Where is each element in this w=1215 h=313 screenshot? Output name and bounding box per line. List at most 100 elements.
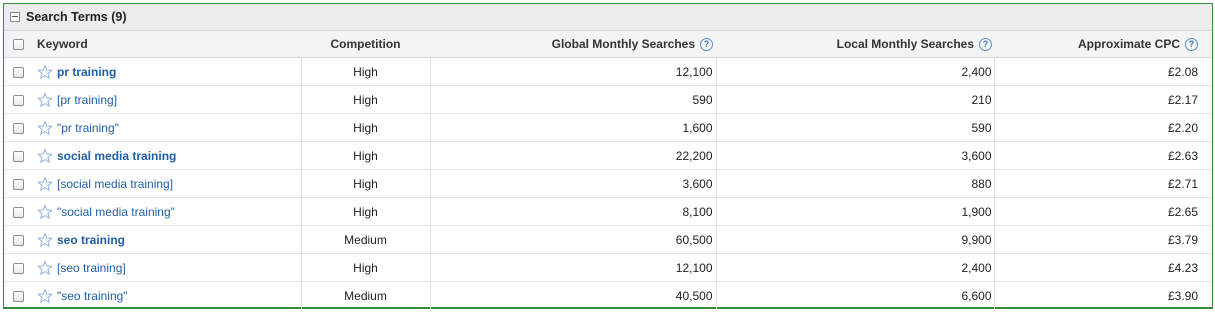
column-header-competition-label: Competition bbox=[330, 37, 401, 51]
star-icon[interactable] bbox=[37, 231, 53, 248]
row-checkbox[interactable] bbox=[13, 262, 24, 274]
table-row: "seo training" Medium 40,500 6,600 £3.90 bbox=[4, 281, 1212, 310]
table-header-row: Keyword Competition Global Monthly Searc… bbox=[4, 31, 1212, 58]
keyword-wrap: pr training bbox=[33, 63, 301, 80]
row-checkbox[interactable] bbox=[13, 94, 24, 106]
global-searches-cell: 1,600 bbox=[430, 113, 717, 142]
local-searches-cell: 1,900 bbox=[716, 197, 995, 226]
column-header-global-monthly-searches[interactable]: Global Monthly Searches? bbox=[430, 31, 716, 58]
row-check-cell bbox=[4, 197, 33, 226]
keyword-link[interactable]: [seo training] bbox=[57, 261, 126, 275]
row-check-cell bbox=[4, 85, 33, 114]
table-body: pr training High 12,100 2,400 £2.08 [pr train… bbox=[4, 57, 1212, 310]
collapse-toggle-icon[interactable] bbox=[10, 12, 20, 22]
select-all-cell bbox=[4, 31, 33, 58]
table-row: [seo training] High 12,100 2,400 £4.23 bbox=[4, 253, 1212, 282]
column-header-competition[interactable]: Competition bbox=[301, 31, 430, 58]
keyword-link[interactable]: seo training bbox=[57, 233, 125, 247]
help-icon[interactable]: ? bbox=[979, 38, 992, 52]
star-icon[interactable] bbox=[37, 147, 53, 164]
keyword-link[interactable]: social media training bbox=[57, 149, 176, 163]
row-checkbox[interactable] bbox=[13, 206, 24, 218]
row-checkbox[interactable] bbox=[13, 234, 24, 246]
star-icon[interactable] bbox=[37, 119, 53, 136]
row-check-cell bbox=[4, 141, 33, 170]
cpc-cell: £3.79 bbox=[994, 225, 1212, 254]
row-check-cell bbox=[4, 282, 33, 310]
keyword-wrap: "social media training" bbox=[33, 203, 301, 220]
column-header-global-label: Global Monthly Searches bbox=[551, 36, 695, 51]
help-icon[interactable]: ? bbox=[700, 38, 713, 52]
global-searches-cell: 60,500 bbox=[430, 225, 717, 254]
search-terms-panel: Search Terms (9) Keyword Competition Glo… bbox=[3, 3, 1213, 309]
keywords-table: Keyword Competition Global Monthly Searc… bbox=[4, 31, 1212, 309]
cpc-cell: £2.20 bbox=[994, 113, 1212, 142]
column-header-approximate-cpc[interactable]: Approximate CPC? bbox=[994, 31, 1212, 58]
keyword-cell: [pr training] bbox=[33, 85, 302, 114]
keyword-wrap: "seo training" bbox=[33, 287, 301, 304]
cpc-cell: £2.63 bbox=[994, 141, 1212, 170]
keyword-link[interactable]: pr training bbox=[57, 65, 116, 79]
local-searches-cell: 2,400 bbox=[716, 57, 995, 86]
row-checkbox[interactable] bbox=[13, 150, 24, 162]
keyword-wrap: [seo training] bbox=[33, 259, 301, 276]
select-all-checkbox[interactable] bbox=[13, 39, 24, 51]
star-icon[interactable] bbox=[37, 175, 53, 192]
local-searches-cell: 6,600 bbox=[716, 281, 995, 309]
keyword-wrap: seo training bbox=[33, 231, 301, 248]
star-icon[interactable] bbox=[37, 259, 53, 276]
keyword-link[interactable]: [social media training] bbox=[57, 177, 173, 191]
row-check-cell bbox=[4, 57, 33, 86]
competition-cell: High bbox=[301, 197, 431, 226]
global-searches-cell: 12,100 bbox=[430, 253, 717, 282]
row-checkbox[interactable] bbox=[13, 122, 24, 134]
table-row: [social media training] High 3,600 880 £2.71 bbox=[4, 169, 1212, 198]
keyword-wrap: "pr training" bbox=[33, 119, 301, 136]
global-searches-cell: 590 bbox=[430, 85, 717, 114]
keyword-cell: [social media training] bbox=[33, 169, 302, 198]
star-icon[interactable] bbox=[37, 91, 53, 108]
row-checkbox[interactable] bbox=[13, 290, 24, 302]
star-icon[interactable] bbox=[37, 287, 53, 304]
row-checkbox[interactable] bbox=[13, 66, 24, 78]
cpc-cell: £3.90 bbox=[1167, 288, 1198, 303]
table-row: "pr training" High 1,600 590 £2.20 bbox=[4, 113, 1212, 142]
panel-header: Search Terms (9) bbox=[4, 4, 1212, 31]
keyword-cell: [seo training] bbox=[33, 253, 302, 282]
local-searches-cell: 210 bbox=[716, 85, 995, 114]
keyword-cell: social media training bbox=[33, 141, 302, 170]
star-icon[interactable] bbox=[37, 63, 53, 80]
star-icon[interactable] bbox=[37, 203, 53, 220]
row-checkbox[interactable] bbox=[13, 178, 24, 190]
cpc-cell: £2.65 bbox=[994, 197, 1212, 226]
global-searches-cell: 22,200 bbox=[430, 141, 717, 170]
keyword-link[interactable]: [pr training] bbox=[57, 93, 117, 107]
column-header-keyword[interactable]: Keyword bbox=[33, 31, 301, 58]
local-searches-cell: 3,600 bbox=[716, 141, 995, 170]
table-row: seo training Medium 60,500 9,900 £3.79 bbox=[4, 225, 1212, 254]
table-row: "social media training" High 8,100 1,900 £2.… bbox=[4, 197, 1212, 226]
keyword-link[interactable]: "pr training" bbox=[57, 121, 119, 135]
help-icon[interactable]: ? bbox=[1185, 38, 1198, 52]
global-searches-cell: 12,100 bbox=[430, 57, 717, 86]
panel-title: Search Terms (9) bbox=[26, 10, 127, 24]
cpc-cell: £2.08 bbox=[994, 57, 1212, 86]
column-header-keyword-label: Keyword bbox=[37, 37, 88, 51]
row-check-cell bbox=[4, 225, 33, 254]
competition-cell: High bbox=[301, 141, 431, 170]
column-header-local-monthly-searches[interactable]: Local Monthly Searches? bbox=[716, 31, 994, 58]
row-check-cell bbox=[4, 169, 33, 198]
cpc-cell: £2.17 bbox=[994, 85, 1212, 114]
global-searches-cell: 3,600 bbox=[430, 169, 717, 198]
competition-cell: Medium bbox=[301, 225, 431, 254]
competition-cell: High bbox=[301, 113, 431, 142]
keyword-cell: pr training bbox=[33, 57, 302, 86]
keyword-cell: "social media training" bbox=[33, 197, 302, 226]
keyword-link[interactable]: "social media training" bbox=[57, 205, 175, 219]
local-searches-cell: 590 bbox=[716, 113, 995, 142]
keyword-link[interactable]: "seo training" bbox=[57, 289, 128, 303]
cpc-cell: £4.23 bbox=[994, 253, 1212, 282]
keyword-wrap: [pr training] bbox=[33, 91, 301, 108]
keyword-cell: "pr training" bbox=[33, 113, 302, 142]
row-check-cell bbox=[4, 113, 33, 142]
